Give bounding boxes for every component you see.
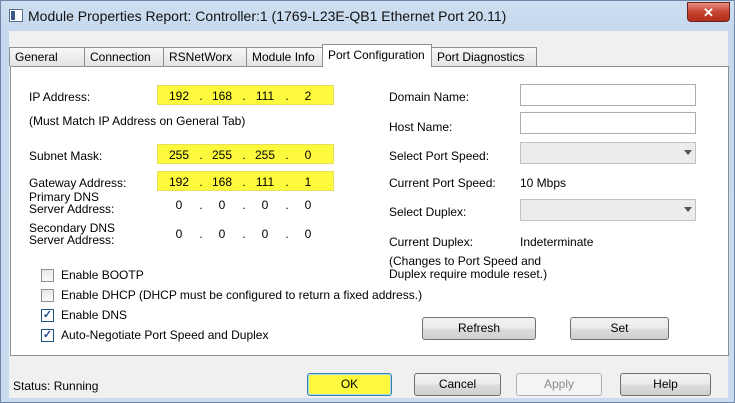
ip-note: (Must Match IP Address on General Tab) xyxy=(29,114,246,128)
primary-dns-field[interactable]: 0 . 0 . 0 . 0 xyxy=(157,194,334,214)
subnet-octet-2: 255 xyxy=(211,148,233,162)
secondary-dns-field[interactable]: 0 . 0 . 0 . 0 xyxy=(157,223,334,243)
sdns-dot: . xyxy=(199,227,203,241)
title-bar[interactable]: Module Properties Report: Controller:1 (… xyxy=(1,1,734,31)
gateway-dot: . xyxy=(285,175,289,189)
primary-dns-label: Primary DNS Server Address: xyxy=(29,191,114,215)
gateway-octet-4: 1 xyxy=(304,175,312,189)
chevron-down-icon xyxy=(684,207,692,212)
gateway-address-label: Gateway Address: xyxy=(29,176,127,190)
pdns-dot: . xyxy=(199,198,203,212)
sdns-dot: . xyxy=(242,227,246,241)
subnet-dot: . xyxy=(199,148,203,162)
subnet-octet-1: 255 xyxy=(168,148,190,162)
pdns-octet-1: 0 xyxy=(175,198,183,212)
enable-bootp-checkbox[interactable] xyxy=(41,269,54,282)
tab-port-configuration[interactable]: Port Configuration xyxy=(322,44,432,67)
subnet-mask-label: Subnet Mask: xyxy=(29,149,103,163)
current-duplex-label: Current Duplex: xyxy=(389,235,474,249)
ip-octet-2: 168 xyxy=(211,89,233,103)
apply-button[interactable]: Apply xyxy=(516,373,602,396)
subnet-octet-3: 255 xyxy=(254,148,276,162)
sdns-octet-2: 0 xyxy=(218,227,226,241)
status-text: Status: Running xyxy=(13,379,99,393)
duplex-reset-note: (Changes to Port Speed and Duplex requir… xyxy=(389,255,547,281)
refresh-button[interactable]: Refresh xyxy=(422,317,536,340)
auto-negotiate-label: Auto-Negotiate Port Speed and Duplex xyxy=(61,328,269,342)
enable-bootp-label: Enable BOOTP xyxy=(61,268,144,282)
tab-port-diagnostics[interactable]: Port Diagnostics xyxy=(431,47,537,66)
pdns-dot: . xyxy=(285,198,289,212)
subnet-mask-field[interactable]: 255 . 255 . 255 . 0 xyxy=(157,144,334,164)
tab-rsnetworx[interactable]: RSNetWorx xyxy=(163,47,247,66)
ip-dot: . xyxy=(199,89,203,103)
pdns-octet-4: 0 xyxy=(304,198,312,212)
ip-octet-3: 111 xyxy=(255,89,275,103)
window-title: Module Properties Report: Controller:1 (… xyxy=(28,8,507,24)
select-port-speed-label: Select Port Speed: xyxy=(389,149,490,163)
domain-name-label: Domain Name: xyxy=(389,90,470,104)
pdns-octet-2: 0 xyxy=(218,198,226,212)
subnet-octet-4: 0 xyxy=(304,148,312,162)
sdns-octet-4: 0 xyxy=(304,227,312,241)
sdns-dot: . xyxy=(285,227,289,241)
auto-negotiate-checkbox[interactable]: ✓ xyxy=(41,329,54,342)
ip-address-label: IP Address: xyxy=(29,90,91,104)
gateway-dot: . xyxy=(242,175,246,189)
ip-dot: . xyxy=(242,89,246,103)
ip-octet-4: 2 xyxy=(304,89,312,103)
dialog-window: Module Properties Report: Controller:1 (… xyxy=(0,0,735,403)
enable-dns-checkbox[interactable]: ✓ xyxy=(41,309,54,322)
current-port-speed-value: 10 Mbps xyxy=(520,176,567,190)
gateway-address-field[interactable]: 192 . 168 . 111 . 1 xyxy=(157,171,334,191)
tab-general[interactable]: General xyxy=(9,47,85,66)
enable-dhcp-label: Enable DHCP (DHCP must be configured to … xyxy=(61,288,423,302)
ip-address-field[interactable]: 192 . 168 . 111 . 2 xyxy=(157,85,334,105)
close-button[interactable]: ✕ xyxy=(687,2,730,22)
status-bar: Status: Running OK Cancel Apply Help xyxy=(9,356,728,398)
cancel-button[interactable]: Cancel xyxy=(414,373,501,396)
port-speed-select[interactable] xyxy=(520,142,696,164)
enable-dhcp-checkbox[interactable] xyxy=(41,289,54,302)
domain-name-input[interactable] xyxy=(520,84,696,106)
host-name-label: Host Name: xyxy=(389,120,453,134)
ip-dot: . xyxy=(285,89,289,103)
duplex-select[interactable] xyxy=(520,199,696,221)
enable-dns-label: Enable DNS xyxy=(61,308,128,322)
help-button[interactable]: Help xyxy=(620,373,711,396)
primary-dns-label-line2: Server Address: xyxy=(29,202,115,216)
tab-connection[interactable]: Connection xyxy=(84,47,164,66)
sdns-octet-1: 0 xyxy=(175,227,183,241)
current-duplex-value: Indeterminate xyxy=(520,235,594,249)
chevron-down-icon xyxy=(684,150,692,155)
ok-button[interactable]: OK xyxy=(307,373,392,396)
gateway-octet-2: 168 xyxy=(211,175,233,189)
duplex-reset-note-line2: Duplex require module reset.) xyxy=(389,267,548,281)
gateway-octet-3: 111 xyxy=(255,175,275,189)
secondary-dns-label-line2: Server Address: xyxy=(29,233,115,247)
set-button[interactable]: Set xyxy=(570,317,669,340)
subnet-dot: . xyxy=(285,148,289,162)
tab-strip: General Connection RSNetWorx Module Info… xyxy=(9,44,728,67)
ip-octet-1: 192 xyxy=(168,89,190,103)
dialog-client: General Connection RSNetWorx Module Info… xyxy=(9,31,729,398)
subnet-dot: . xyxy=(242,148,246,162)
gateway-dot: . xyxy=(199,175,203,189)
gateway-octet-1: 192 xyxy=(168,175,190,189)
sdns-octet-3: 0 xyxy=(261,227,269,241)
secondary-dns-label: Secondary DNS Server Address: xyxy=(29,222,115,246)
port-configuration-panel: IP Address: 192 . 168 . 111 . 2 (Must Ma… xyxy=(10,66,729,356)
tab-module-info[interactable]: Module Info xyxy=(246,47,323,66)
window-icon xyxy=(9,9,23,22)
host-name-input[interactable] xyxy=(520,112,696,134)
select-duplex-label: Select Duplex: xyxy=(389,205,467,219)
current-port-speed-label: Current Port Speed: xyxy=(389,176,496,190)
pdns-dot: . xyxy=(242,198,246,212)
pdns-octet-3: 0 xyxy=(261,198,269,212)
